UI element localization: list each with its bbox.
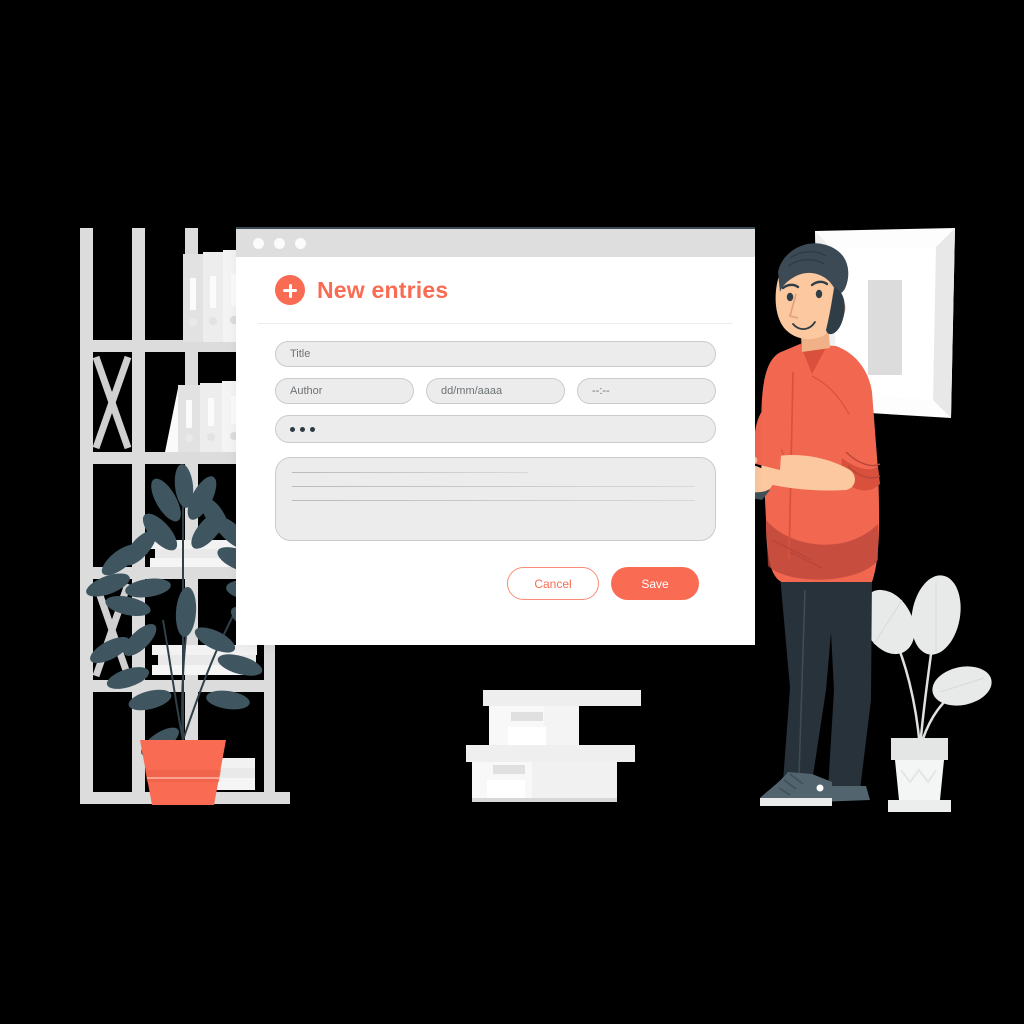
save-button[interactable]: Save: [611, 567, 699, 600]
category-select[interactable]: [275, 415, 716, 443]
form-fields: Title Author dd/mm/aaaa --:-- Cancel Sav…: [258, 324, 733, 600]
text-line: [292, 486, 695, 487]
plus-circle-icon[interactable]: [275, 275, 305, 305]
time-input[interactable]: --:--: [577, 378, 716, 404]
form-header: New entries: [258, 257, 733, 324]
time-placeholder: --:--: [592, 385, 610, 397]
ellipsis-icon: [290, 426, 315, 432]
close-dot[interactable]: [253, 237, 264, 249]
binder-group-middle: [165, 381, 245, 452]
title-input[interactable]: Title: [275, 341, 716, 367]
title-placeholder: Title: [290, 348, 311, 360]
author-input[interactable]: Author: [275, 378, 414, 404]
potted-plant-right: [861, 575, 992, 812]
date-placeholder: dd/mm/aaaa: [441, 385, 503, 397]
page-title: New entries: [317, 276, 449, 303]
minimize-dot[interactable]: [274, 237, 285, 249]
maximize-dot[interactable]: [295, 237, 306, 249]
author-placeholder: Author: [290, 385, 323, 397]
description-textarea[interactable]: [275, 457, 716, 541]
browser-window: New entries Title Author dd/mm/aaaa --:-…: [236, 227, 755, 645]
text-line: [292, 500, 695, 501]
cancel-button[interactable]: Cancel: [507, 567, 599, 600]
window-titlebar: [236, 229, 755, 257]
date-input[interactable]: dd/mm/aaaa: [426, 378, 565, 404]
form-actions: Cancel Save: [275, 541, 716, 600]
illustration-scene: New entries Title Author dd/mm/aaaa --:-…: [0, 0, 1024, 1024]
storage-boxes: [466, 690, 641, 802]
window-body: New entries Title Author dd/mm/aaaa --:-…: [236, 257, 755, 600]
text-line: [292, 472, 529, 473]
meta-row: Author dd/mm/aaaa --:--: [275, 378, 716, 404]
